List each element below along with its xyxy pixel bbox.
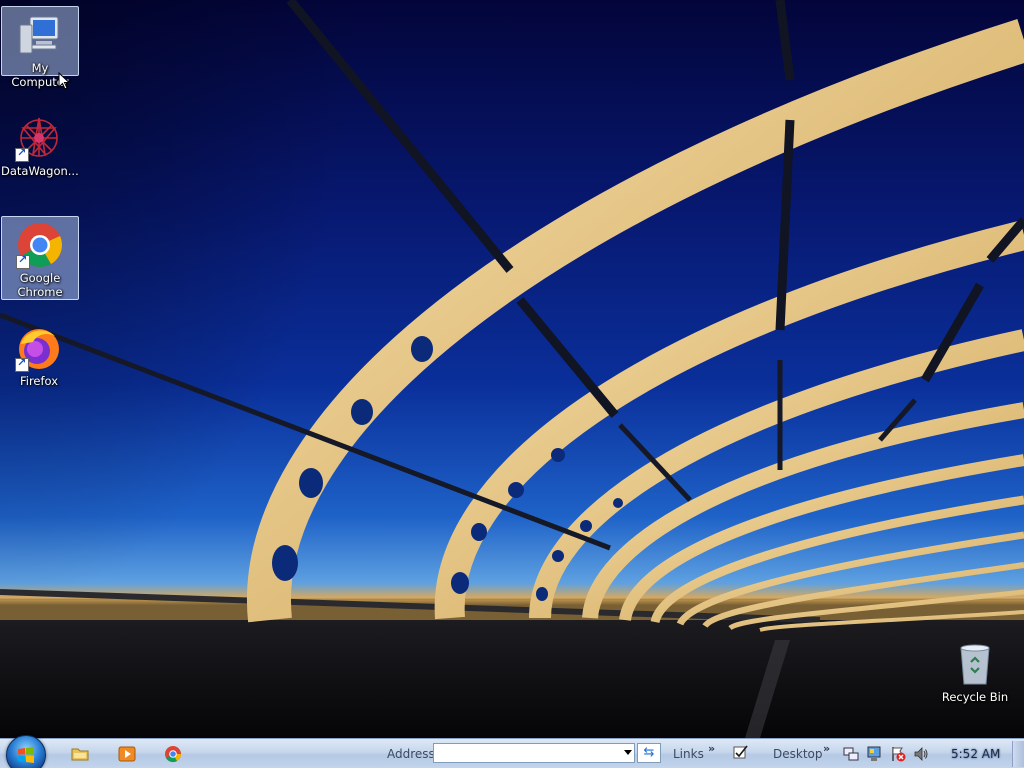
address-label: Address	[387, 747, 435, 761]
explorer-folder-icon[interactable]	[70, 744, 90, 764]
desktop-icon-datawagon[interactable]: DataWagon...	[1, 110, 79, 182]
recycle-bin-icon	[951, 640, 999, 688]
desktop-icon-firefox[interactable]: Firefox	[1, 320, 77, 390]
chrome-quicklaunch-icon[interactable]	[163, 744, 183, 764]
windows-logo-icon	[18, 747, 34, 763]
desktop-icon-label: DataWagon...	[1, 164, 79, 178]
action-center-flag-icon[interactable]	[890, 746, 906, 762]
shortcut-arrow-icon	[15, 146, 29, 162]
address-input[interactable]	[433, 743, 635, 763]
system-clock[interactable]: 5:52 AM	[951, 747, 1000, 761]
go-arrows-icon: ⇆	[643, 745, 655, 760]
network-icon[interactable]	[843, 746, 859, 762]
desktop-icon-my-computer[interactable]: My Computer	[1, 6, 79, 89]
links-toolbar-label[interactable]: Links	[673, 747, 704, 761]
shortcut-arrow-icon	[16, 253, 30, 269]
chrome-icon	[16, 221, 64, 269]
address-dropdown-icon[interactable]	[624, 750, 632, 755]
mouse-cursor-icon	[58, 72, 70, 90]
notepad-check-icon[interactable]	[732, 744, 748, 760]
datawagon-icon	[15, 114, 63, 162]
desktop-toolbar-label[interactable]: Desktop	[773, 747, 823, 761]
desktop-icon-recycle-bin[interactable]: Recycle Bin	[936, 636, 1014, 706]
firefox-icon	[15, 324, 63, 372]
desktop-chevron-icon[interactable]: »	[823, 742, 830, 755]
links-chevron-icon[interactable]: »	[708, 742, 715, 755]
taskbar: Address ⇆ Links » Desktop » 5:52 AM	[0, 735, 1024, 768]
desktop-icon-label: Firefox	[19, 374, 59, 388]
wallpaper-bridge	[0, 0, 1024, 738]
start-button[interactable]	[6, 735, 46, 768]
desktop-icon-label: Recycle Bin	[941, 690, 1009, 704]
display-settings-icon[interactable]	[866, 746, 882, 762]
show-desktop-button[interactable]	[1012, 741, 1024, 767]
volume-icon[interactable]	[913, 746, 929, 762]
shortcut-arrow-icon	[15, 356, 29, 372]
desktop-icon-label: Google Chrome	[17, 271, 63, 299]
address-go-button[interactable]: ⇆	[637, 743, 661, 763]
media-player-icon[interactable]	[117, 744, 137, 764]
desktop: My Computer DataWagon...	[0, 0, 1024, 738]
computer-icon	[16, 11, 64, 59]
desktop-icon-google-chrome[interactable]: Google Chrome	[1, 216, 79, 300]
